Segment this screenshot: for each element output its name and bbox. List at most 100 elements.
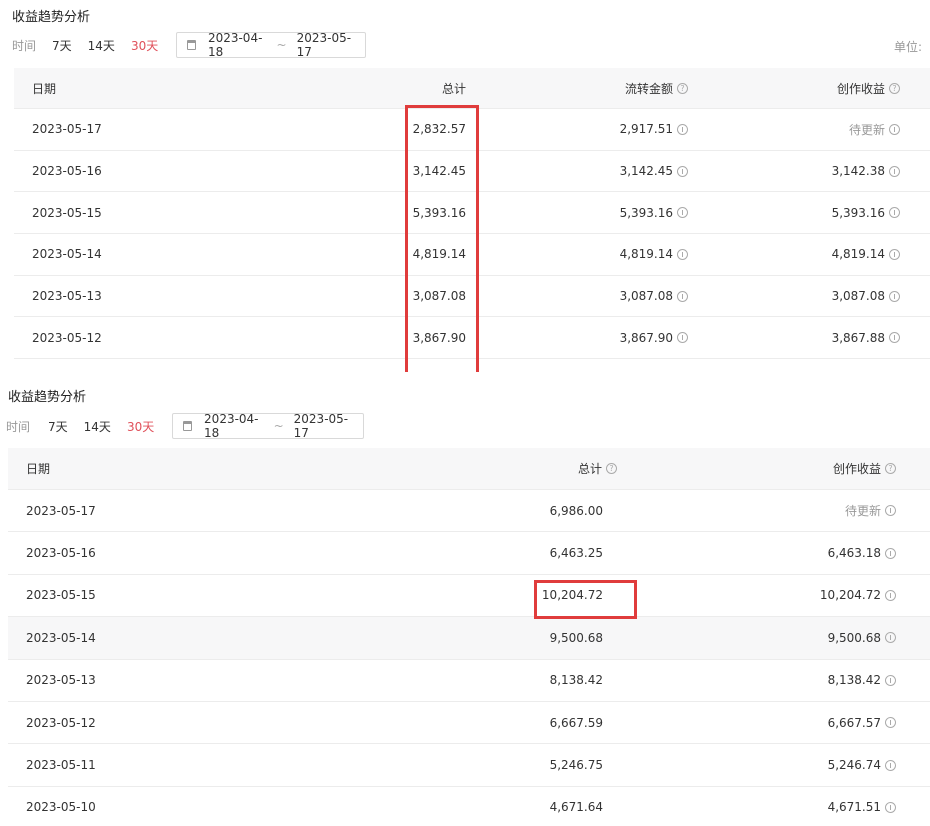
info-icon[interactable] [885, 759, 896, 771]
cell-value: 4,819.14 [619, 247, 673, 262]
revenue-table-2: 日期 总计? 创作收益? 2023-05-17 6,986.00 待更新 2023-0… [8, 448, 930, 826]
cell-date: 2023-05-16 [26, 546, 96, 561]
info-icon[interactable] [889, 165, 900, 177]
revenue-trend-panel-2: 收益趋势分析 时间 7天 14天 30天 2023-04-18 ~ 2023-0… [0, 380, 930, 826]
table-row: 2023-05-15 5,393.16 5,393.16 5,393.16 [14, 192, 930, 235]
info-icon[interactable] [677, 248, 688, 260]
date-range-picker[interactable]: 2023-04-18 ~ 2023-05-17 [176, 31, 367, 59]
cell-value: 3,867.90 [619, 330, 673, 345]
date-end: 2023-05-17 [293, 412, 349, 440]
cell-value: 6,667.57 [827, 715, 881, 730]
table-header: 日期 总计? 创作收益? [8, 448, 930, 490]
cell-value: 5,246.74 [827, 758, 881, 773]
cell-creation-revenue: 8,138.42 [828, 660, 896, 701]
cell-date: 2023-05-14 [26, 630, 96, 645]
cell-total: 3,142.45 [412, 164, 466, 179]
table-row: 2023-05-16 6,463.25 6,463.18 [8, 532, 930, 575]
info-icon[interactable] [677, 123, 688, 135]
calendar-icon [187, 40, 196, 50]
cell-flow-amount: 3,087.08 [620, 276, 688, 317]
help-icon[interactable]: ? [885, 463, 896, 474]
cell-date: 2023-05-11 [26, 758, 96, 773]
cell-value: 3,087.08 [831, 289, 885, 304]
cell-date: 2023-05-16 [32, 164, 102, 179]
info-icon[interactable] [889, 248, 900, 260]
info-icon[interactable] [885, 589, 896, 601]
filter-14-days[interactable]: 14天 [88, 37, 115, 54]
date-range-picker[interactable]: 2023-04-18 ~ 2023-05-17 [172, 412, 365, 440]
table-row: 2023-05-12 6,667.59 6,667.57 [8, 702, 930, 745]
filter-30-days[interactable]: 30天 [131, 37, 158, 54]
info-icon[interactable] [677, 207, 688, 219]
header-creation-revenue: 创作收益? [833, 448, 896, 489]
info-icon[interactable] [885, 632, 896, 644]
info-icon[interactable] [885, 674, 896, 686]
cell-creation-revenue: 3,087.08 [832, 276, 900, 317]
help-icon[interactable]: ? [889, 82, 900, 94]
table-row: 2023-05-13 3,087.08 3,087.08 3,087.08 [14, 275, 930, 318]
date-start: 2023-04-18 [204, 412, 259, 440]
filter-7-days[interactable]: 7天 [52, 37, 72, 54]
cell-value: 5,393.16 [619, 205, 673, 220]
cell-flow-amount: 4,819.14 [620, 234, 688, 275]
info-icon[interactable] [677, 332, 688, 344]
cell-total: 5,246.75 [549, 758, 603, 773]
header-date: 日期 [32, 81, 57, 96]
cell-flow-amount: 5,393.16 [620, 192, 688, 233]
info-icon[interactable] [677, 165, 688, 177]
revenue-trend-panel-1: 收益趋势分析 时间 7天 14天 30天 2023-04-18 ~ 2023-0… [0, 0, 930, 372]
help-icon[interactable]: ? [677, 82, 688, 94]
cell-date: 2023-05-14 [32, 247, 102, 262]
cell-date: 2023-05-17 [26, 503, 96, 518]
calendar-icon [183, 421, 193, 431]
cell-date: 2023-05-17 [32, 122, 102, 137]
cell-total: 3,867.90 [412, 330, 466, 345]
table-row: 2023-05-16 3,142.45 3,142.45 3,142.38 [14, 150, 930, 193]
cell-date: 2023-05-13 [32, 289, 102, 304]
cell-flow-amount: 3,867.90 [620, 318, 688, 359]
info-icon[interactable] [889, 290, 900, 302]
time-filter-bar: 时间 7天 14天 30天 2023-04-18 ~ 2023-05-17 [6, 412, 365, 440]
cell-date: 2023-05-10 [26, 800, 96, 815]
cell-creation-revenue: 3,142.38 [832, 151, 900, 192]
cell-creation-revenue: 5,246.74 [828, 744, 896, 785]
info-icon[interactable] [677, 290, 688, 302]
time-filter-label: 时间 [6, 419, 31, 434]
cell-value: 8,138.42 [827, 673, 881, 688]
info-icon[interactable] [889, 332, 900, 344]
cell-total: 6,667.59 [549, 715, 603, 730]
cell-creation-revenue: 9,500.68 [828, 617, 896, 658]
filter-30-days[interactable]: 30天 [127, 418, 154, 435]
filter-14-days[interactable]: 14天 [84, 418, 111, 435]
cell-total: 4,819.14 [412, 247, 466, 262]
info-icon[interactable] [889, 207, 900, 219]
filter-7-days[interactable]: 7天 [48, 418, 68, 435]
table-row: 2023-05-14 9,500.68 9,500.68 [8, 617, 930, 660]
info-icon[interactable] [885, 717, 896, 729]
cell-flow-amount: 2,917.51 [620, 109, 688, 150]
cell-date: 2023-05-15 [32, 205, 102, 220]
cell-value: 待更新 [848, 122, 885, 137]
cell-creation-revenue: 4,671.51 [828, 787, 896, 826]
cell-total: 4,671.64 [549, 800, 603, 815]
cell-date: 2023-05-13 [26, 673, 96, 688]
cell-total: 6,986.00 [549, 503, 603, 518]
info-icon[interactable] [885, 801, 896, 813]
cell-total: 3,087.08 [412, 289, 466, 304]
cell-value: 3,142.45 [619, 164, 673, 179]
header-flow-amount: 流转金额? [625, 68, 688, 108]
info-icon[interactable] [885, 547, 896, 559]
cell-date: 2023-05-15 [26, 588, 96, 603]
cell-creation-revenue: 5,393.16 [832, 192, 900, 233]
table-row: 2023-05-11 5,246.75 5,246.74 [8, 744, 930, 787]
cell-creation-revenue: 待更新 [845, 490, 896, 531]
cell-value: 2,917.51 [619, 122, 673, 137]
unit-label: 单位: [894, 40, 923, 54]
cell-total: 9,500.68 [549, 630, 603, 645]
cell-value: 3,087.08 [619, 289, 673, 304]
cell-total: 6,463.25 [549, 546, 603, 561]
cell-date: 2023-05-12 [32, 330, 102, 345]
info-icon[interactable] [889, 123, 900, 135]
help-icon[interactable]: ? [606, 463, 617, 474]
info-icon[interactable] [885, 505, 896, 517]
